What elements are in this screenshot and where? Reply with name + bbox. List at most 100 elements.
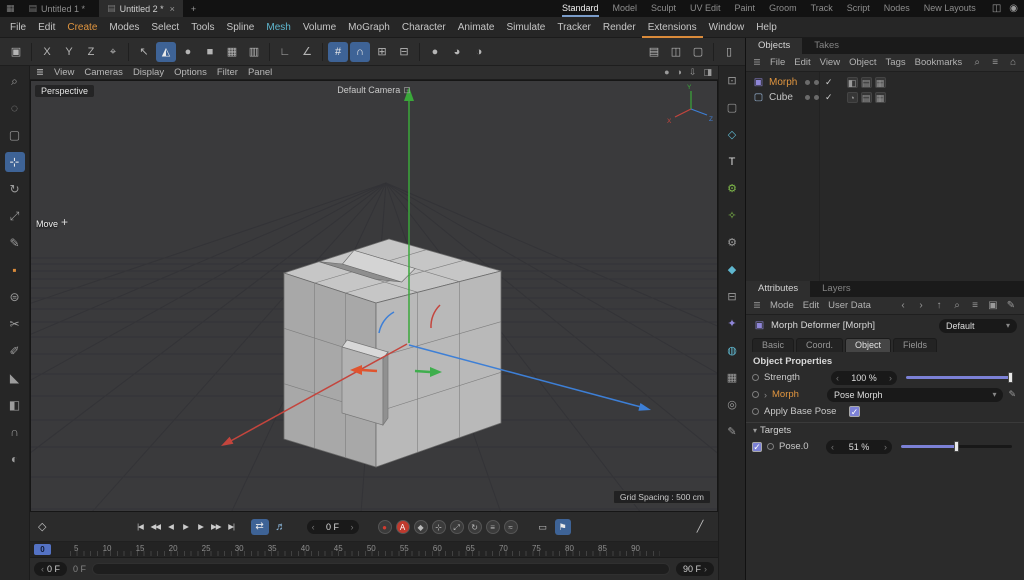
deformer-icon[interactable]: ✦ <box>722 314 742 334</box>
light-icon[interactable]: ◎ <box>722 395 742 415</box>
enabled-check-icon[interactable]: ✓ <box>825 77 833 88</box>
search-icon[interactable]: ⌕ <box>971 57 983 68</box>
pose0-checkbox[interactable]: ✓ <box>752 442 762 452</box>
motion-mode-button[interactable]: ▭ <box>535 519 551 535</box>
search-icon[interactable]: ⌕ <box>951 300 963 311</box>
fcurve-editor-button[interactable]: ╱ <box>690 517 710 537</box>
scale-tool[interactable]: ⤢ <box>5 206 25 226</box>
axis-z-button[interactable]: Z <box>81 42 101 62</box>
pose0-field[interactable]: ‹51 %› <box>826 440 892 454</box>
render-view-icon[interactable]: ▣ <box>6 42 26 62</box>
viewport-menu-item[interactable]: View <box>54 66 74 80</box>
new-document-button[interactable]: + <box>185 4 202 14</box>
layout-item[interactable]: Standard <box>562 0 599 17</box>
render-settings-icon[interactable]: ◑ <box>469 42 489 62</box>
document-tab[interactable]: ▤Untitled 1 * <box>21 0 100 17</box>
keyframe-dot[interactable] <box>752 391 759 398</box>
grid-icon[interactable]: ◨ <box>703 67 712 78</box>
lock-icon[interactable]: ▣ <box>987 300 999 311</box>
toolbar-icon[interactable] <box>491 42 642 62</box>
tag-icon[interactable]: ▦ <box>875 92 886 103</box>
record-button[interactable]: ● <box>378 520 392 534</box>
menu-item[interactable]: Help <box>750 17 783 38</box>
cube-primitive-icon[interactable]: ■ <box>200 42 220 62</box>
viewport-menu-item[interactable]: Filter <box>217 66 238 80</box>
account-icon[interactable]: ◉ <box>1009 3 1018 14</box>
triangle-down-icon[interactable]: ▾ <box>753 426 757 435</box>
layout-item[interactable]: Track <box>811 0 833 17</box>
editor-visibility-dot[interactable] <box>805 95 810 100</box>
move-tool[interactable]: ⊹ <box>5 152 25 172</box>
attribute-menu-item[interactable]: Mode <box>770 300 794 311</box>
attribute-tab[interactable]: Coord. <box>796 338 843 352</box>
next-key-button[interactable]: ▶▶ <box>209 519 223 535</box>
apply-base-pose-checkbox[interactable]: ✓ <box>849 406 860 417</box>
loop-cut-tool[interactable]: ⊜ <box>5 287 25 307</box>
attribute-menu-item[interactable]: User Data <box>828 300 871 311</box>
object-menu-item[interactable]: File <box>770 57 785 68</box>
panel-tab[interactable]: Layers <box>810 281 863 297</box>
rect-selection-tool[interactable]: ▢ <box>5 125 25 145</box>
toolbar-icon[interactable] <box>322 43 323 61</box>
layout-item[interactable]: UV Edit <box>690 0 721 17</box>
edit-icon[interactable]: ✎ <box>1005 300 1017 311</box>
mirror-tool[interactable]: ◐ <box>5 449 25 469</box>
modifier-icon[interactable]: ⚙ <box>722 233 742 253</box>
clone-icon[interactable]: ▦ <box>222 42 242 62</box>
panel-tab[interactable]: Objects <box>746 38 802 54</box>
axis-y-button[interactable]: Y <box>59 42 79 62</box>
prev-key-button[interactable]: ◀◀ <box>148 519 162 535</box>
selection-cursor-icon[interactable]: ↖ <box>134 42 154 62</box>
key-rotation-button[interactable]: ↻ <box>468 520 482 534</box>
viewport-menu-item[interactable]: Display <box>133 66 164 80</box>
range-end-field[interactable]: 90 F› <box>676 562 714 576</box>
bevel-tool[interactable]: ◣ <box>5 368 25 388</box>
panel-menu-icon[interactable]: ≣ <box>753 57 761 68</box>
volume-icon[interactable]: ◆ <box>722 260 742 280</box>
quantize-icon[interactable]: ⊞ <box>372 42 392 62</box>
material-pen-icon[interactable]: ✎ <box>722 422 742 442</box>
menu-item[interactable]: Create <box>61 17 103 38</box>
play-button[interactable]: ▶ <box>179 519 192 535</box>
timeline-ruler[interactable]: 51015202530354045505560657075808590 0 <box>30 542 718 558</box>
snap-magnet-icon[interactable]: ∩ <box>350 42 370 62</box>
layout-menu-icon[interactable]: ◫ <box>992 3 1001 14</box>
object-name[interactable]: Morph <box>769 77 801 88</box>
playhead[interactable]: 0 <box>34 544 51 555</box>
object-row-cube[interactable]: ▢ Cube ✓ ◔ ▤ ▦ <box>746 90 1024 105</box>
goto-start-button[interactable]: |◀ <box>133 519 146 535</box>
menu-item[interactable]: Modes <box>103 17 145 38</box>
tag-icon[interactable]: ◧ <box>847 77 858 88</box>
panel-tab[interactable]: Attributes <box>746 281 810 297</box>
minimize-icon[interactable]: ⇩ <box>689 67 697 78</box>
range-scrollbar[interactable] <box>92 563 670 575</box>
layout-item[interactable]: Nodes <box>884 0 910 17</box>
pose0-slider[interactable] <box>901 445 1012 448</box>
menu-item[interactable]: File <box>4 17 32 38</box>
editor-visibility-dot[interactable] <box>805 80 810 85</box>
toolbar-icon[interactable] <box>128 43 129 61</box>
layout-item[interactable]: Groom <box>769 0 797 17</box>
object-menu-item[interactable]: View <box>820 57 840 68</box>
keyframe-selection-button[interactable]: ◆ <box>414 520 428 534</box>
make-editable-icon[interactable]: ◭ <box>156 42 176 62</box>
keyframe-dot[interactable] <box>767 443 774 450</box>
sphere-primitive-icon[interactable]: ● <box>178 42 198 62</box>
play-mode-button[interactable]: ⇄ <box>251 519 269 535</box>
slider-handle[interactable] <box>954 441 959 452</box>
disclosure-icon[interactable]: › <box>764 390 767 400</box>
prev-frame-button[interactable]: ◀ <box>164 519 177 535</box>
grid-toggle-icon[interactable]: ⊟ <box>394 42 414 62</box>
attribute-tab[interactable]: Basic <box>752 338 794 352</box>
filter-icon[interactable]: ≡ <box>989 57 1001 68</box>
keyframe-dot[interactable] <box>752 408 759 415</box>
key-position-button[interactable]: ⊹ <box>432 520 446 534</box>
toolbar-icon[interactable] <box>419 43 420 61</box>
render-picture-viewer-icon[interactable]: ◕ <box>447 42 467 62</box>
object-menu-item[interactable]: Bookmarks <box>915 57 963 68</box>
zoom-tool[interactable]: ⌕ <box>5 71 25 91</box>
coord-system-button[interactable]: ⌖ <box>103 42 123 62</box>
content-browser-icon[interactable]: ▢ <box>688 42 708 62</box>
document-tab[interactable]: ▤Untitled 2 *× <box>99 0 183 17</box>
object-menu-item[interactable]: Tags <box>886 57 906 68</box>
